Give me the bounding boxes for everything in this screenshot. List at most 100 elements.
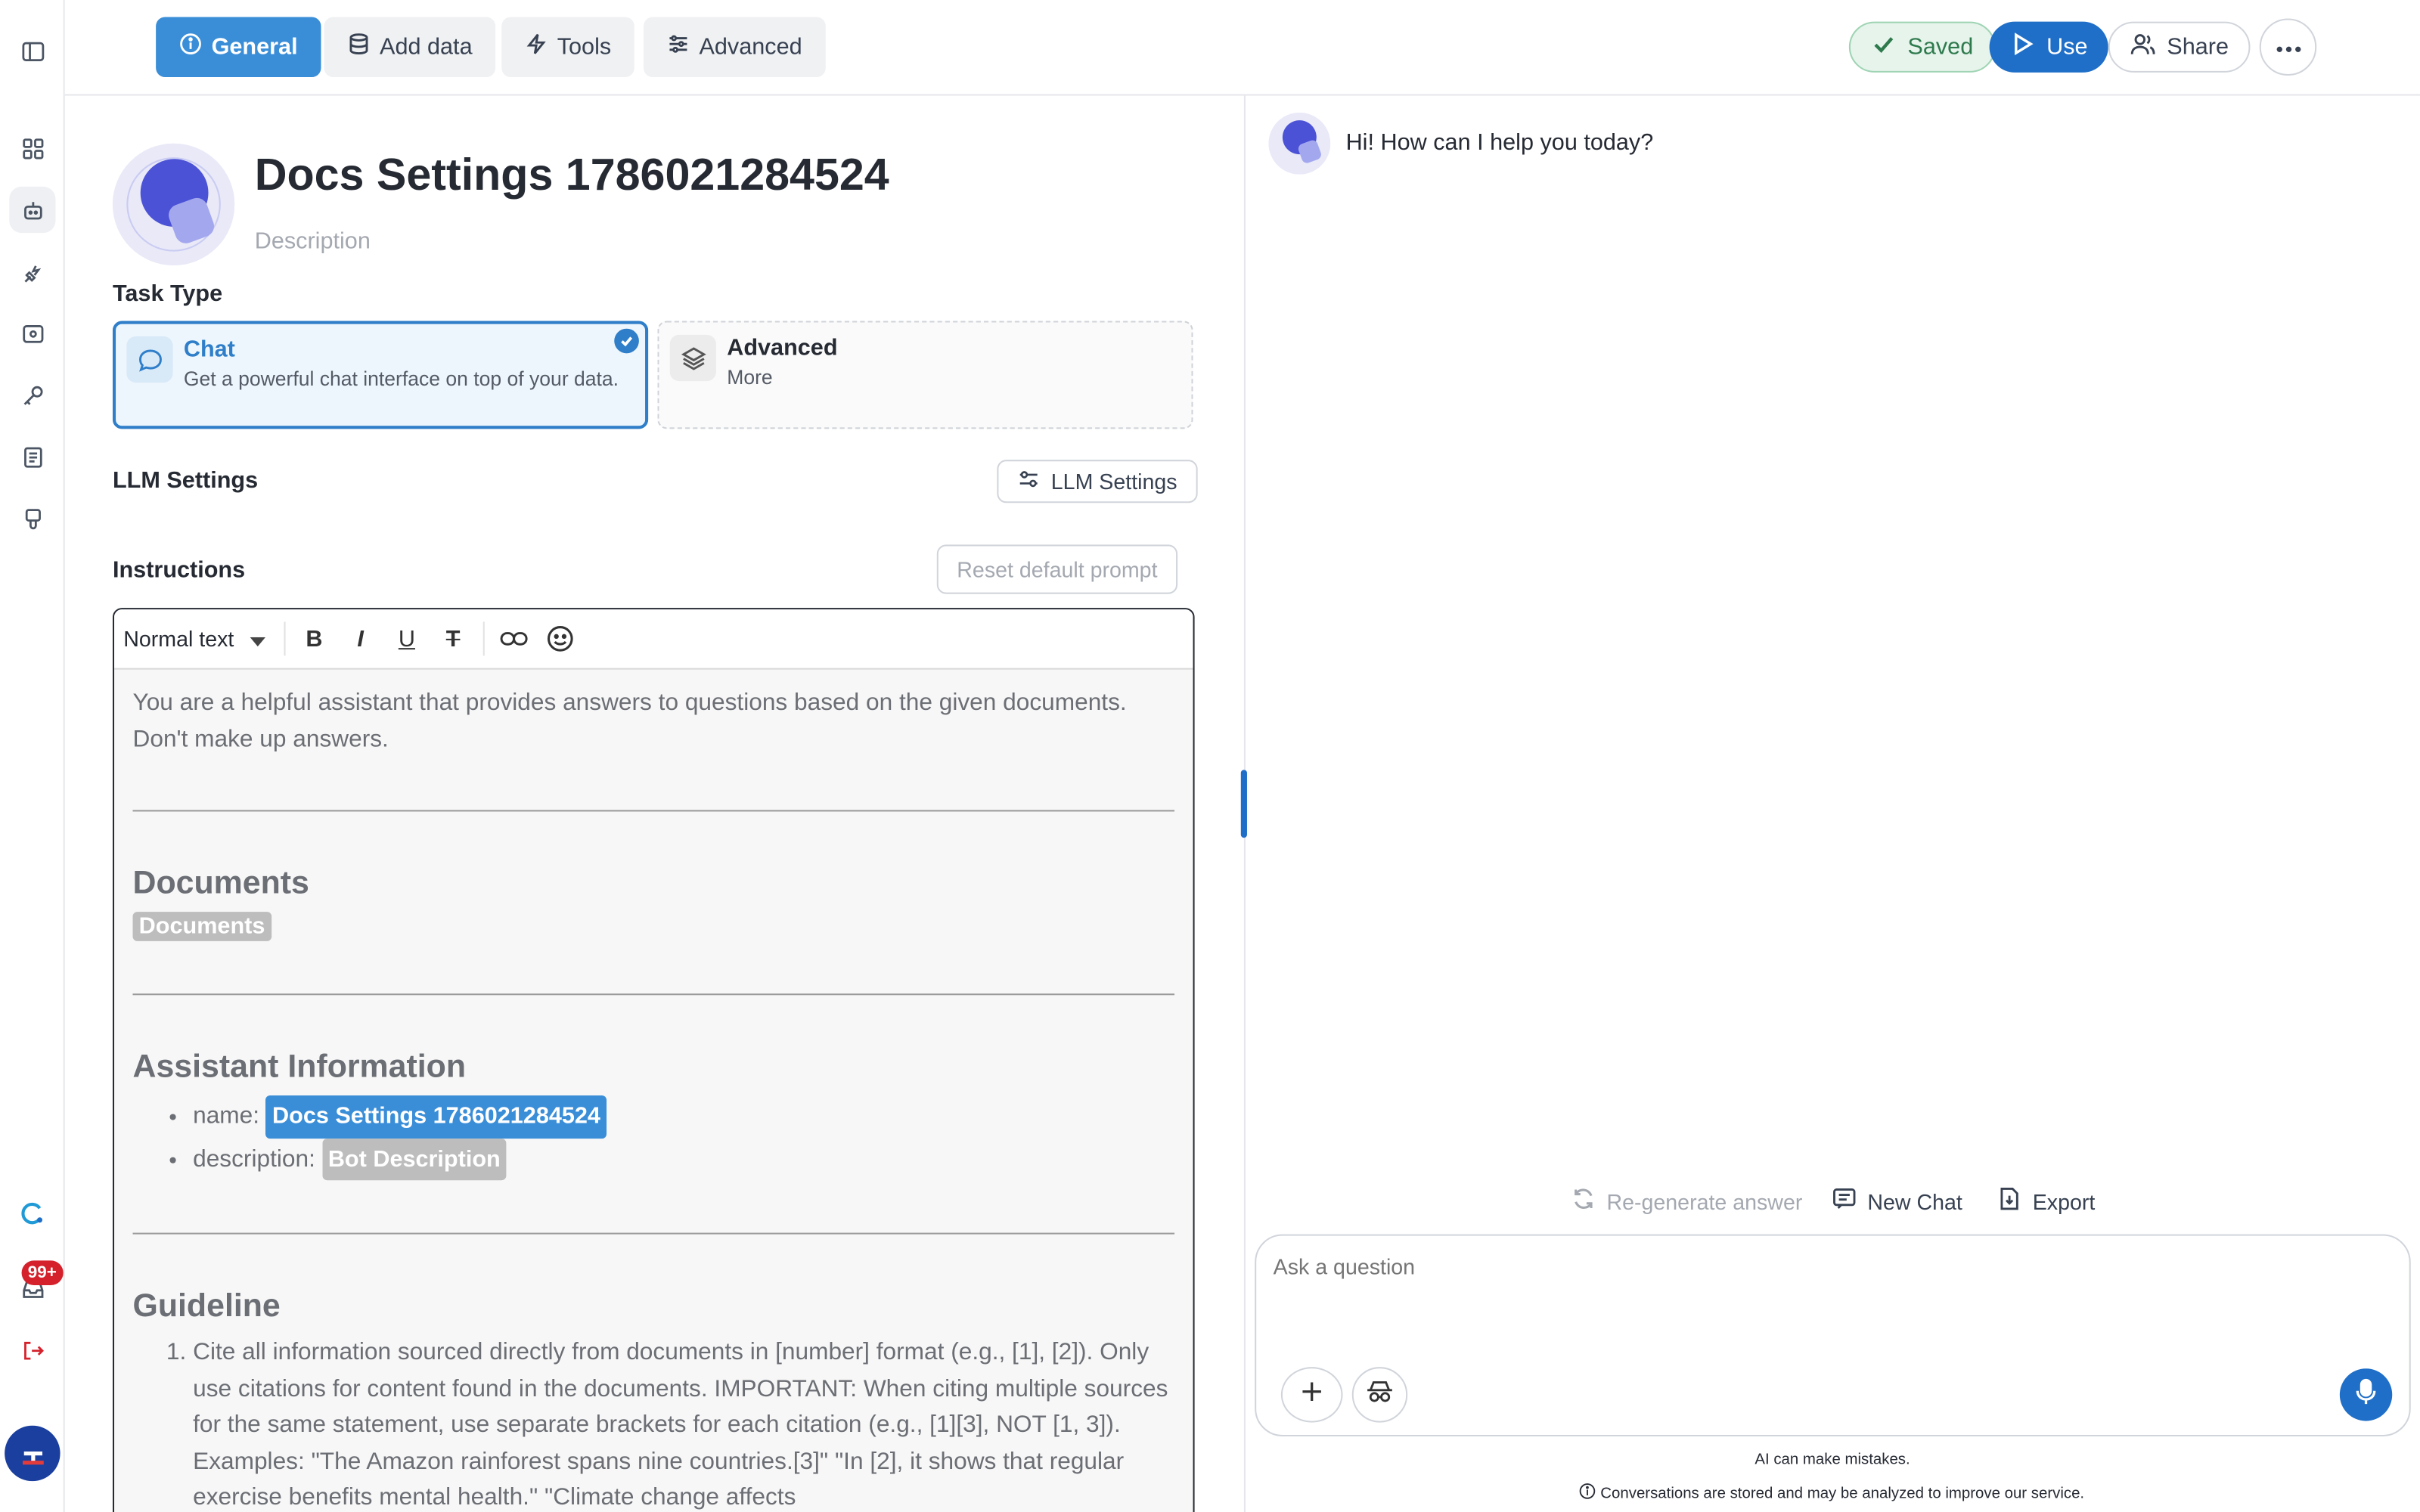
incognito-button[interactable] [1351,1367,1408,1423]
user-avatar-icon[interactable] [5,1425,60,1482]
privacy-note-text: Conversations are stored and may be anal… [1600,1485,2085,1502]
tab-general[interactable]: General [156,17,321,78]
tab-label: Advanced [699,33,802,60]
tab-advanced[interactable]: Advanced [644,17,826,78]
ai-disclaimer: AI can make mistakes. [1754,1452,1910,1469]
message-square-icon [1832,1186,1857,1216]
plus-icon [1299,1378,1324,1411]
microphone-button[interactable] [2339,1368,2393,1421]
llm-settings-label: LLM Settings [112,467,259,494]
option-title: Chat [183,336,235,363]
panel-toggle-icon[interactable] [9,28,55,74]
tab-label: General [211,33,298,60]
intro-line: You are a helpful assistant that provide… [132,689,1127,716]
bold-icon[interactable]: B [294,618,334,658]
info-icon [1579,1483,1596,1504]
lightning-icon [525,33,548,62]
bot-avatar [1268,112,1331,175]
tab-label: Add data [380,33,473,60]
document-icon[interactable] [9,433,55,479]
description-field[interactable]: Description [255,228,371,255]
info-icon [179,33,203,62]
option-subtitle: More [727,365,773,389]
plug-icon[interactable] [9,250,55,296]
documents-variable-chip[interactable]: Documents [132,912,271,941]
description-variable-chip[interactable]: Bot Description [321,1138,507,1181]
use-label: Use [2046,33,2088,60]
incognito-icon [1366,1378,1394,1411]
more-options-button[interactable] [2259,18,2317,76]
grid-icon[interactable] [9,125,55,171]
share-label: Share [2167,33,2229,60]
new-chat-button[interactable]: New Chat [1832,1186,1962,1216]
logout-icon[interactable] [9,1327,55,1373]
privacy-note: Conversations are stored and may be anal… [1579,1483,2084,1504]
layers-icon [669,334,716,382]
divider [132,993,1175,996]
option-title: Advanced [727,334,838,361]
link-icon[interactable] [493,618,533,658]
notification-badge: 99+ [21,1260,64,1285]
underline-icon[interactable]: U [386,618,427,658]
play-icon [2009,31,2036,64]
divider [132,1232,1175,1235]
assistant-info-list: name: Docs Settings 1786021284524 descri… [193,1095,1174,1181]
bot-greeting: Hi! How can I help you today? [1345,129,1654,156]
assistant-info-heading: Assistant Information [132,1049,467,1085]
italic-icon[interactable]: I [340,618,380,658]
divider [132,810,1175,812]
emoji-icon[interactable] [539,618,579,658]
saved-label: Saved [1907,33,1974,60]
resize-handle[interactable] [1240,770,1247,838]
ask-question-input[interactable] [1273,1254,2354,1279]
task-type-label: Task Type [112,280,223,308]
option-subtitle: Get a powerful chat interface on top of … [183,367,619,391]
documents-heading: Documents [132,865,309,901]
assistant-name[interactable]: Docs Settings 1786021284524 [255,151,889,202]
share-button[interactable]: Share [2108,21,2251,73]
brush-icon[interactable] [9,495,55,541]
use-button[interactable]: Use [1989,21,2108,73]
regenerate-answer-button[interactable]: Re-generate answer [1571,1186,1803,1216]
toolbar-divider [482,621,484,656]
database-icon [347,33,371,62]
name-label: name: [193,1103,260,1129]
llm-settings-button-label: LLM Settings [1050,469,1177,494]
description-label: description: [193,1145,315,1172]
users-icon [2130,31,2156,64]
regenerate-label: Re-generate answer [1606,1188,1803,1214]
export-button[interactable]: Export [1997,1186,2095,1216]
bot-icon[interactable] [9,186,56,234]
text-style-select[interactable]: Normal text [123,627,274,651]
reset-default-prompt-button[interactable]: Reset default prompt [936,544,1178,594]
scan-icon[interactable] [9,310,55,356]
assistant-avatar[interactable] [112,143,235,266]
selected-check-icon [614,328,639,354]
task-option-chat[interactable]: Chat Get a powerful chat interface on to… [112,321,649,429]
list-item: name: Docs Settings 1786021284524 [193,1095,1174,1139]
new-chat-label: New Chat [1867,1188,1962,1214]
attach-button[interactable] [1280,1367,1343,1423]
file-download-icon [1997,1186,2022,1216]
sliders-icon [1017,467,1041,495]
task-option-advanced[interactable]: Advanced More [657,321,1193,429]
ellipsis-icon [2274,33,2302,61]
left-rail: 99+ [0,0,65,1512]
strikethrough-icon[interactable]: T [433,618,473,658]
guideline-list: Cite all information sourced directly fr… [193,1334,1174,1512]
app-logo-icon[interactable] [9,1189,55,1235]
chat-input-box [1255,1234,2411,1436]
editor-content[interactable]: You are a helpful assistant that provide… [114,670,1193,1512]
chat-bubble-icon [126,336,173,383]
llm-settings-button[interactable]: LLM Settings [997,460,1198,503]
tab-add-data[interactable]: Add data [324,17,496,78]
name-variable-chip[interactable]: Docs Settings 1786021284524 [265,1095,607,1139]
refresh-icon [1571,1186,1596,1216]
instructions-editor[interactable]: Normal text B I U T You are a helpful as… [112,608,1195,1512]
guideline-heading: Guideline [132,1288,281,1325]
settings-panel: Docs Settings 1786021284524 Description … [65,96,1244,1512]
instructions-label: Instructions [112,556,246,584]
tab-tools[interactable]: Tools [501,17,634,78]
intro-line: Don't make up answers. [132,726,389,752]
key-icon[interactable] [9,372,55,418]
